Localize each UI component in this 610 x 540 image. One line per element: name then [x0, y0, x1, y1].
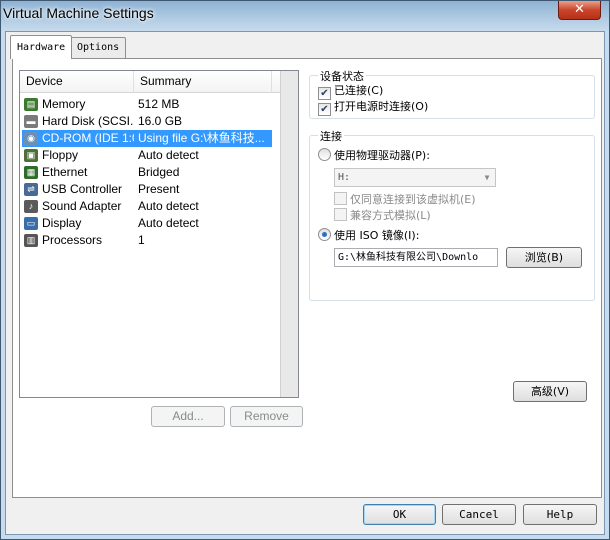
- device-row[interactable]: ▥ Processors 1: [22, 232, 272, 249]
- device-name: Ethernet: [42, 165, 88, 179]
- device-name: Processors: [42, 233, 103, 247]
- drive-value: H:: [338, 172, 351, 183]
- hard-disk-icon: ▬: [24, 115, 38, 128]
- dialog-client: Hardware Options Device Summary ▤ Memory 5…: [5, 31, 605, 535]
- check-icon: ✔: [318, 87, 331, 100]
- memory-icon: ▤: [24, 98, 38, 111]
- exclusive-checkbox[interactable]: 仅同意连接到该虚拟机(E): [334, 192, 476, 207]
- connect-at-power-on-label: 打开电源时连接(O): [334, 100, 429, 113]
- connection-group: 连接 使用物理驱动器(P): H: ▼ 仅同意连接到该虚拟机(E) 兼容方式模拟…: [309, 128, 595, 301]
- dialog-footer: OK Cancel Help: [6, 502, 606, 536]
- device-summary: 512 MB: [138, 97, 180, 111]
- device-name: Display: [42, 216, 82, 230]
- cd-rom-icon: ◉: [24, 132, 38, 145]
- device-summary: Auto detect: [138, 148, 199, 162]
- iso-path-input[interactable]: G:\林鱼科技有限公司\Downlo: [334, 248, 498, 267]
- speaker-icon: ♪: [24, 200, 38, 213]
- ok-button[interactable]: OK: [363, 504, 436, 525]
- close-button[interactable]: ✕: [558, 1, 601, 20]
- help-button[interactable]: Help: [523, 504, 597, 525]
- check-icon: ✔: [318, 103, 331, 116]
- physical-drive-select[interactable]: H: ▼: [334, 168, 496, 187]
- radio-icon: [318, 148, 331, 161]
- device-summary: Auto detect: [138, 199, 199, 213]
- connected-label: 已连接(C): [334, 84, 384, 97]
- device-list[interactable]: Device Summary ▤ Memory 512 MB ▬ Hard Disk (…: [19, 70, 299, 398]
- use-physical-drive-radio[interactable]: 使用物理驱动器(P):: [318, 148, 430, 163]
- device-name: Hard Disk (SCSI...: [42, 114, 134, 128]
- device-name: CD-ROM (IDE 1:0): [42, 131, 134, 145]
- add-device-button[interactable]: Add...: [151, 406, 225, 427]
- tab-hardware[interactable]: Hardware: [10, 35, 73, 59]
- checkbox-icon: [334, 208, 347, 221]
- device-row[interactable]: ▣ Floppy Auto detect: [22, 147, 272, 164]
- radio-selected-icon: [318, 228, 331, 241]
- device-name: Sound Adapter: [42, 199, 122, 213]
- device-name: Floppy: [42, 148, 79, 162]
- advanced-button[interactable]: 高级(V): [513, 381, 587, 402]
- ethernet-icon: ▦: [24, 166, 38, 179]
- processor-icon: ▥: [24, 234, 38, 247]
- list-scrollbar[interactable]: [280, 71, 298, 397]
- device-name: Memory: [42, 97, 86, 111]
- window: Virtual Machine Settings ✕ Hardware Opti…: [0, 0, 610, 540]
- legacy-emulation-label: 兼容方式模拟(L): [350, 209, 431, 222]
- exclusive-label: 仅同意连接到该虚拟机(E): [350, 193, 476, 206]
- connect-at-power-on-checkbox[interactable]: ✔ 打开电源时连接(O): [318, 100, 429, 116]
- device-summary: 16.0 GB: [138, 114, 183, 128]
- use-iso-radio[interactable]: 使用 ISO 镜像(I):: [318, 228, 419, 243]
- use-iso-label: 使用 ISO 镜像(I):: [334, 229, 420, 242]
- device-summary: Using file G:\林鱼科技...: [138, 131, 265, 145]
- device-row[interactable]: ▭ Display Auto detect: [22, 215, 272, 232]
- device-summary: Auto detect: [138, 216, 199, 230]
- use-physical-drive-label: 使用物理驱动器(P):: [334, 149, 430, 162]
- chevron-down-icon: ▼: [484, 173, 490, 182]
- hardware-panel: Device Summary ▤ Memory 512 MB ▬ Hard Disk (…: [12, 58, 602, 498]
- tab-options[interactable]: Options: [70, 37, 127, 58]
- device-row[interactable]: ⇌ USB Controller Present: [22, 181, 272, 198]
- device-row[interactable]: ♪ Sound Adapter Auto detect: [22, 198, 272, 215]
- column-header-summary[interactable]: Summary: [134, 71, 272, 93]
- remove-device-button[interactable]: Remove: [230, 406, 303, 427]
- monitor-icon: ▭: [24, 217, 38, 230]
- device-row[interactable]: ▦ Ethernet Bridged: [22, 164, 272, 181]
- checkbox-icon: [334, 192, 347, 205]
- device-status-title: 设备状态: [318, 68, 366, 84]
- device-summary: 1: [138, 233, 145, 247]
- device-name: USB Controller: [42, 182, 123, 196]
- browse-button[interactable]: 浏览(B): [506, 247, 582, 268]
- connection-title: 连接: [318, 128, 344, 144]
- device-row[interactable]: ▬ Hard Disk (SCSI... 16.0 GB: [22, 113, 272, 130]
- device-row[interactable]: ▤ Memory 512 MB: [22, 96, 272, 113]
- usb-icon: ⇌: [24, 183, 38, 196]
- device-status-group: 设备状态 ✔ 已连接(C) ✔ 打开电源时连接(O): [309, 68, 595, 119]
- list-header: Device Summary: [20, 71, 298, 93]
- floppy-icon: ▣: [24, 149, 38, 162]
- device-summary: Bridged: [138, 165, 180, 179]
- device-summary: Present: [138, 182, 180, 196]
- column-header-device[interactable]: Device: [20, 71, 134, 93]
- connected-checkbox[interactable]: ✔ 已连接(C): [318, 84, 384, 100]
- legacy-emulation-checkbox[interactable]: 兼容方式模拟(L): [334, 208, 431, 223]
- device-row[interactable]: ◉ CD-ROM (IDE 1:0) Using file G:\林鱼科技...: [22, 130, 272, 147]
- cancel-button[interactable]: Cancel: [442, 504, 516, 525]
- window-title: Virtual Machine Settings: [3, 5, 154, 21]
